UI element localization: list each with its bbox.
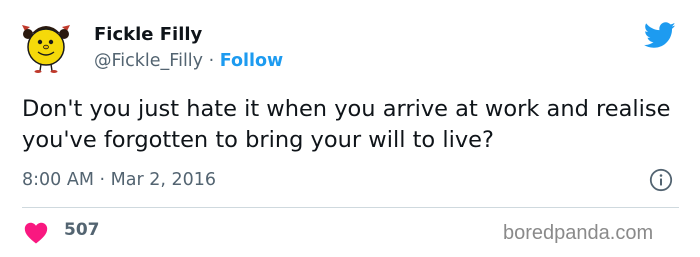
timestamp-separator: · [99,170,106,190]
user-handle[interactable]: @Fickle_Filly [94,51,203,71]
tweet-text: Don't you just hate it when you arrive a… [22,96,671,153]
info-icon[interactable] [649,168,673,192]
watermark: boredpanda.com [503,222,654,244]
divider [22,207,679,208]
little-miss-character-icon [22,25,70,73]
heart-icon[interactable] [24,222,48,244]
like-count[interactable]: 507 [64,220,100,240]
display-name[interactable]: Fickle Filly [94,24,202,45]
tweet-timestamp[interactable]: 8:00 AM · Mar 2, 2016 [22,170,216,190]
tweet-time: 8:00 AM [22,170,94,190]
handle-separator: · [208,51,215,71]
twitter-bird-icon[interactable] [643,22,676,49]
avatar[interactable] [20,17,72,73]
handle-line: @Fickle_Filly · Follow [94,51,283,71]
tweet-date: Mar 2, 2016 [110,170,217,190]
follow-button[interactable]: Follow [220,51,283,71]
